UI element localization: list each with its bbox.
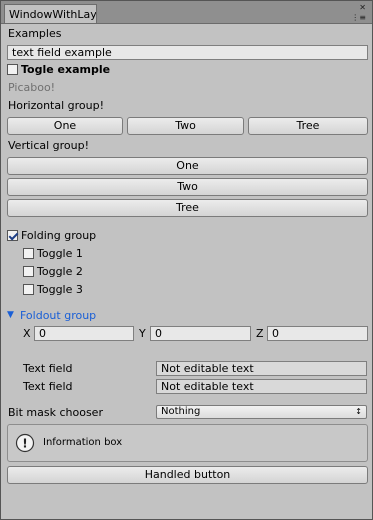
readonly-label-1: Text field (23, 362, 73, 375)
y-field[interactable]: 0 (150, 326, 251, 341)
horizontal-one-button[interactable]: One (7, 117, 123, 135)
z-axis-label: Z (256, 327, 264, 340)
menu-icon[interactable]: ⋮≡ (351, 14, 366, 22)
togle-checkbox[interactable] (7, 64, 18, 75)
readonly-field-2: Not editable text (156, 379, 367, 394)
bitmask-label: Bit mask chooser (8, 406, 103, 419)
y-axis-label: Y (139, 327, 146, 340)
window-tab-title: WindowWithLay (9, 8, 97, 21)
folding-group-checkbox[interactable] (7, 230, 18, 241)
vertical-one-button[interactable]: One (7, 157, 368, 175)
editor-window: WindowWithLay ✕ ⋮≡ Examples text field e… (0, 0, 373, 520)
horizontal-tree-button[interactable]: Tree (248, 117, 368, 135)
x-field[interactable]: 0 (34, 326, 134, 341)
readonly-field-1: Not editable text (156, 361, 367, 376)
info-icon: ! (15, 433, 35, 453)
title-bar: WindowWithLay ✕ ⋮≡ (1, 1, 372, 24)
window-tab[interactable]: WindowWithLay (4, 4, 97, 23)
z-field[interactable]: 0 (267, 326, 368, 341)
toggle-3-label: Toggle 3 (37, 283, 83, 296)
toggle-2-label: Toggle 2 (37, 265, 83, 278)
horizontal-two-button[interactable]: Two (127, 117, 244, 135)
example-text-field[interactable]: text field example (7, 45, 368, 60)
vertical-group-label: Vertical group! (8, 139, 90, 152)
picaboo-label: Picaboo! (8, 81, 56, 94)
bitmask-value: Nothing (161, 406, 201, 417)
toggle-2-checkbox[interactable] (23, 266, 34, 277)
toggle-1-label: Toggle 1 (37, 247, 83, 260)
vertical-two-button[interactable]: Two (7, 178, 368, 196)
info-box: ! Information box (7, 424, 368, 462)
vertical-tree-button[interactable]: Tree (7, 199, 368, 217)
examples-label: Examples (8, 27, 62, 40)
info-icon-glyph: ! (22, 437, 27, 451)
togle-label: Togle example (21, 63, 111, 76)
handled-button[interactable]: Handled button (7, 466, 368, 484)
toggle-1-checkbox[interactable] (23, 248, 34, 259)
readonly-label-2: Text field (23, 380, 73, 393)
horizontal-group-label: Horizontal group! (8, 99, 105, 112)
close-icon[interactable]: ✕ (359, 4, 366, 12)
dropdown-arrow-icon: ↕ (355, 407, 362, 416)
foldout-arrow-icon[interactable]: ▼ (7, 310, 14, 320)
folding-group-label: Folding group (21, 229, 97, 242)
x-axis-label: X (23, 327, 31, 340)
toggle-3-checkbox[interactable] (23, 284, 34, 295)
foldout-group-label[interactable]: Foldout group (20, 309, 96, 322)
info-box-text: Information box (43, 437, 123, 448)
bitmask-dropdown[interactable]: Nothing ↕ (156, 405, 367, 419)
